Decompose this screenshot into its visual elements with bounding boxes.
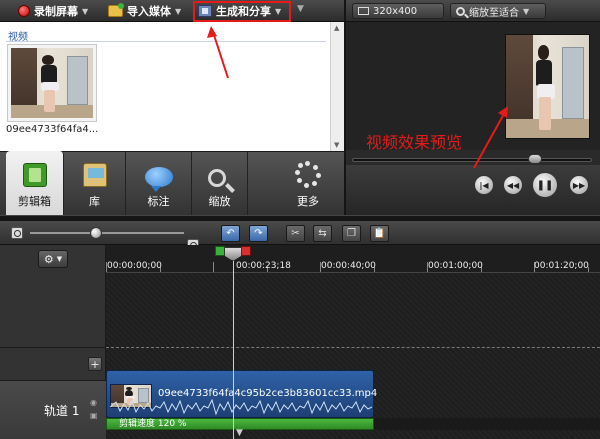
preview-video-frame[interactable]: [505, 34, 590, 139]
tab-label: 更多: [297, 195, 319, 208]
chevron-down-icon: ▼: [82, 6, 89, 16]
timeline-zoom-slider[interactable]: [30, 232, 184, 234]
preview-video-image: [506, 35, 589, 138]
undo-button[interactable]: ↶: [221, 225, 240, 242]
tab-label: 剪辑箱: [18, 195, 51, 208]
redo-icon: ↷: [254, 228, 263, 239]
audio-waveform: [110, 398, 372, 416]
paste-icon: 📋: [373, 228, 386, 239]
chevron-down-icon: ▼: [175, 6, 182, 16]
record-icon: [18, 5, 30, 17]
media-bin-item[interactable]: [7, 44, 97, 122]
rewind-icon: ◀◀: [506, 180, 520, 190]
skip-start-button[interactable]: |◀: [474, 175, 494, 195]
playhead-line: [233, 255, 234, 439]
tab-more[interactable]: 更多: [276, 151, 340, 215]
folder-icon: [108, 3, 124, 17]
tab-label: 标注: [147, 195, 170, 208]
import-media-button[interactable]: 导入媒体 ▼: [108, 2, 181, 20]
scissors-icon: ✂: [291, 228, 300, 239]
callout-icon: [144, 167, 173, 192]
screen-size-icon: [358, 7, 369, 15]
chevron-down-icon: ▼: [523, 6, 530, 16]
dimensions-label: 320x400: [373, 5, 418, 17]
tab-label: 库: [89, 195, 100, 208]
video-thumbnail: [11, 48, 93, 118]
ruler-label: 00:00:40;00: [321, 261, 376, 271]
playhead-bottom-marker: ▼: [236, 428, 243, 438]
ruler-label: 00:00:23;18: [236, 261, 291, 271]
chevron-down-icon: ▼: [56, 255, 63, 263]
tab-callouts[interactable]: 标注: [126, 151, 192, 215]
add-track-button[interactable]: +: [88, 357, 102, 371]
timeline-zoom-handle[interactable]: [90, 227, 102, 239]
fast-forward-icon: ▶▶: [572, 180, 586, 190]
ruler-label: 00:00:00;00: [107, 261, 162, 271]
paste-button[interactable]: 📋: [370, 225, 389, 242]
tab-clip-bin[interactable]: 剪辑箱: [6, 151, 64, 215]
visibility-icon[interactable]: ◉: [90, 398, 100, 407]
ruler-label: 00:01:20;00: [534, 261, 589, 271]
tab-library[interactable]: 库: [64, 151, 126, 215]
track-separator: [106, 347, 600, 348]
dimensions-button[interactable]: 320x400: [352, 3, 444, 19]
playback-controls: [346, 165, 600, 215]
scroll-up-icon[interactable]: ▲: [334, 24, 339, 32]
media-bin-section-divider: [6, 41, 326, 42]
undo-icon: ↶: [226, 228, 235, 239]
timeline-settings-button[interactable]: ⚙ ▼: [38, 250, 68, 268]
magnifier-icon: [456, 6, 465, 16]
gear-icon: ⚙: [43, 252, 54, 266]
pause-icon: ❚❚: [536, 179, 554, 191]
track-header-separator: [0, 347, 106, 348]
annotation-highlight-box: [193, 1, 291, 22]
import-media-label: 导入媒体: [127, 5, 171, 18]
selection-start-marker[interactable]: [215, 246, 225, 256]
redo-button[interactable]: ↷: [249, 225, 268, 242]
pause-button[interactable]: ❚❚: [532, 172, 558, 198]
library-icon: [82, 163, 107, 187]
zoom-out-icon[interactable]: [11, 227, 23, 239]
cut-button[interactable]: ✂: [286, 225, 305, 242]
zoom-icon: [207, 169, 226, 187]
scroll-down-icon[interactable]: ▼: [334, 141, 339, 149]
track-name: 轨道 1: [44, 404, 80, 418]
media-bin-scrollbar[interactable]: ▲ ▼: [330, 22, 344, 151]
preview-seek-bar[interactable]: [352, 158, 592, 162]
split-button[interactable]: ⇆: [313, 225, 332, 242]
plus-icon: +: [90, 357, 100, 371]
skip-start-icon: |◀: [479, 180, 489, 190]
rewind-button[interactable]: ◀◀: [503, 175, 523, 195]
media-bin-item-name[interactable]: 09ee4733f64fa4...: [6, 124, 98, 135]
more-icon: [295, 161, 321, 188]
lock-icon[interactable]: ▣: [90, 411, 100, 420]
clip-speed-label: 剪辑速度 120 %: [119, 419, 187, 429]
toolbar-overflow-icon[interactable]: ▼: [297, 4, 304, 14]
tab-label: 缩放: [208, 195, 231, 208]
ruler-label: 00:01:00;00: [428, 261, 483, 271]
clip-speed-track: [374, 418, 600, 430]
annotation-caption: 视频效果预览: [366, 133, 463, 152]
clip-bin-icon: [22, 163, 47, 187]
record-screen-button[interactable]: 录制屏幕 ▼: [18, 2, 88, 20]
fit-zoom-dropdown[interactable]: 缩放至适合 ▼: [450, 3, 546, 19]
split-icon: ⇆: [318, 228, 327, 239]
fast-forward-button[interactable]: ▶▶: [569, 175, 589, 195]
record-screen-label: 录制屏幕: [34, 5, 78, 18]
selection-end-marker[interactable]: [241, 246, 251, 256]
tab-zoom[interactable]: 缩放: [192, 151, 248, 215]
copy-button[interactable]: ❐: [342, 225, 361, 242]
fit-zoom-label: 缩放至适合: [469, 7, 519, 19]
copy-icon: ❐: [347, 228, 356, 239]
preview-seek-handle[interactable]: [528, 154, 542, 164]
